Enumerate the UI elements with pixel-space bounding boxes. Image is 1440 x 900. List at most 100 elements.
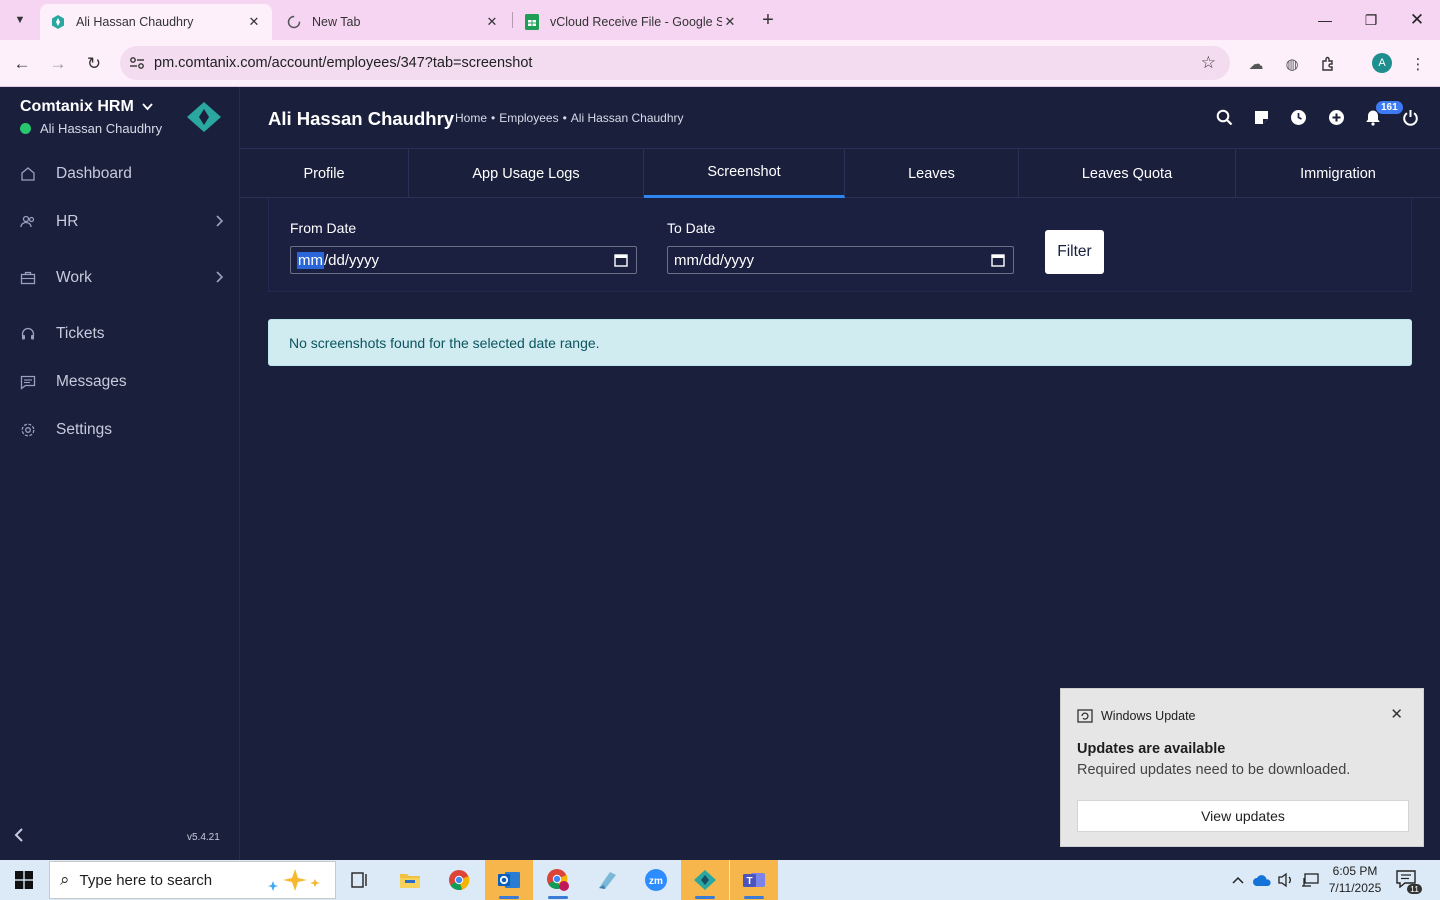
to-date-input[interactable]: mm/dd/yyyy <box>667 246 1014 274</box>
new-tab-button[interactable]: + <box>756 8 780 32</box>
search-icon[interactable] <box>1214 107 1234 127</box>
close-window-button[interactable]: ✕ <box>1394 0 1440 40</box>
breadcrumb-home[interactable]: Home <box>455 111 487 125</box>
notification-count-badge: 161 <box>1376 101 1403 114</box>
profile-tabs: Profile App Usage Logs Screenshot Leaves… <box>240 149 1440 198</box>
close-tab-icon[interactable]: ✕ <box>722 14 738 30</box>
file-explorer-button[interactable] <box>386 860 434 900</box>
close-tab-icon[interactable]: ✕ <box>484 14 500 30</box>
sidebar-item-work[interactable]: Work <box>0 258 240 298</box>
url-text[interactable]: pm.comtanix.com/account/employees/347?ta… <box>154 55 532 71</box>
restore-button[interactable]: ❐ <box>1348 0 1394 40</box>
taskbar-search-box[interactable]: ⌕ Type here to search <box>49 861 336 899</box>
tab-leaves[interactable]: Leaves <box>845 149 1019 198</box>
tab-app-usage-logs[interactable]: App Usage Logs <box>409 149 644 198</box>
volume-icon[interactable] <box>1276 870 1296 890</box>
onedrive-icon[interactable] <box>1252 870 1272 890</box>
browser-tab-active[interactable]: Ali Hassan Chaudhry ✕ <box>40 4 272 40</box>
clock-icon[interactable] <box>1288 107 1308 127</box>
calendar-icon[interactable] <box>991 253 1005 267</box>
breadcrumb-employees[interactable]: Employees <box>499 111 558 125</box>
sticky-note-icon[interactable] <box>1251 107 1271 127</box>
chevron-right-icon <box>216 270 224 286</box>
outlook-icon <box>498 872 520 888</box>
bookmark-star-icon[interactable]: ☆ <box>1201 53 1216 73</box>
power-icon[interactable] <box>1400 107 1420 127</box>
chrome-button[interactable] <box>435 860 483 900</box>
windows-logo-icon <box>15 871 33 889</box>
comtanix-app-icon <box>694 870 716 890</box>
online-status-icon <box>20 123 31 134</box>
add-circle-icon[interactable] <box>1326 107 1346 127</box>
windows-update-toast: Windows Update ✕ Updates are available R… <box>1060 688 1424 847</box>
from-date-input[interactable]: mm/dd/yyyy <box>290 246 637 274</box>
back-button[interactable]: ← <box>8 50 36 78</box>
teams-button[interactable]: T <box>730 860 778 900</box>
close-toast-icon[interactable]: ✕ <box>1390 705 1403 723</box>
tab-title: Ali Hassan Chaudhry <box>76 15 194 29</box>
comtanix-tracker-button[interactable] <box>681 860 729 900</box>
sidebar-item-label: Tickets <box>56 325 105 342</box>
extensions-puzzle-icon[interactable] <box>1316 52 1340 76</box>
chevron-down-icon <box>142 102 153 114</box>
brand-switcher[interactable]: Comtanix HRM <box>20 98 153 116</box>
app-version: v5.4.21 <box>187 832 220 843</box>
address-bar[interactable]: pm.comtanix.com/account/employees/347?ta… <box>120 46 1230 80</box>
minimize-button[interactable]: — <box>1302 0 1348 40</box>
collapse-sidebar-icon[interactable] <box>14 827 24 848</box>
sidebar-item-hr[interactable]: HR <box>0 202 240 242</box>
reload-button[interactable]: ↻ <box>80 50 108 78</box>
outlook-button[interactable] <box>485 860 533 900</box>
tab-leaves-quota[interactable]: Leaves Quota <box>1019 149 1236 198</box>
taskbar-clock[interactable]: 6:05 PM 7/11/2025 <box>1325 863 1385 897</box>
profile-avatar[interactable]: A <box>1372 53 1392 73</box>
tab-screenshot[interactable]: Screenshot <box>644 149 845 198</box>
windows-taskbar: ⌕ Type here to search zm T 6:05 PM 7/11/… <box>0 860 1440 900</box>
sidebar: Comtanix HRM Ali Hassan Chaudhry Dashboa… <box>0 87 240 860</box>
toast-app-label: Windows Update <box>1101 709 1196 723</box>
sidebar-item-settings[interactable]: Settings <box>0 410 240 450</box>
view-updates-button[interactable]: View updates <box>1077 800 1409 832</box>
sidebar-item-label: Messages <box>56 373 127 390</box>
browser-menu-icon[interactable]: ⋮ <box>1406 52 1430 76</box>
site-info-icon[interactable] <box>120 56 154 70</box>
tab-search-dropdown[interactable]: ▼ <box>8 8 32 32</box>
windows-update-icon <box>1077 709 1093 723</box>
tab-label: Leaves Quota <box>1081 165 1173 182</box>
breadcrumb: Home • Employees • Ali Hassan Chaudhry <box>455 111 684 125</box>
drafting-app-icon <box>599 872 616 889</box>
chrome-profile-button[interactable] <box>534 860 582 900</box>
extension-cloud-icon[interactable]: ☁ <box>1244 52 1268 76</box>
calendar-icon[interactable] <box>614 253 628 267</box>
browser-tab-google-sheets[interactable]: vCloud Receive File - Google Sh ✕ <box>514 4 748 40</box>
forward-button[interactable]: → <box>44 50 72 78</box>
date-filter-form: From Date mm/dd/yyyy To Date mm/dd/yyyy … <box>268 198 1412 292</box>
to-date-label: To Date <box>667 220 716 236</box>
notification-center-button[interactable]: 11 <box>1396 870 1422 894</box>
folder-icon <box>400 874 420 888</box>
app-ruler-button[interactable] <box>583 860 631 900</box>
sidebar-item-dashboard[interactable]: Dashboard <box>0 154 240 194</box>
google-sheets-icon <box>524 14 540 30</box>
from-date-month-segment[interactable]: mm <box>297 251 324 269</box>
task-view-button[interactable] <box>336 860 384 900</box>
show-hidden-icons-button[interactable] <box>1228 870 1248 890</box>
no-results-alert: No screenshots found for the selected da… <box>268 319 1412 366</box>
browser-tab-new-tab[interactable]: New Tab ✕ <box>276 4 510 40</box>
network-icon[interactable] <box>1300 870 1320 890</box>
notification-count-badge: 11 <box>1407 884 1422 894</box>
clock-time: 6:05 PM <box>1332 864 1378 878</box>
zoom-button[interactable]: zm <box>632 860 680 900</box>
chevron-right-icon <box>216 214 224 230</box>
close-tab-icon[interactable]: ✕ <box>246 14 262 30</box>
filter-button[interactable]: Filter <box>1045 230 1104 274</box>
breadcrumb-separator: • <box>562 111 567 125</box>
tab-label: App Usage Logs <box>472 165 580 182</box>
comtanix-logo-icon <box>187 102 221 132</box>
sidebar-item-messages[interactable]: Messages <box>0 362 240 402</box>
start-button[interactable] <box>0 860 48 900</box>
sidebar-item-tickets[interactable]: Tickets <box>0 314 240 354</box>
extension-globe-icon[interactable]: ◍ <box>1280 52 1304 76</box>
tab-immigration[interactable]: Immigration <box>1236 149 1440 198</box>
tab-profile[interactable]: Profile <box>240 149 409 198</box>
